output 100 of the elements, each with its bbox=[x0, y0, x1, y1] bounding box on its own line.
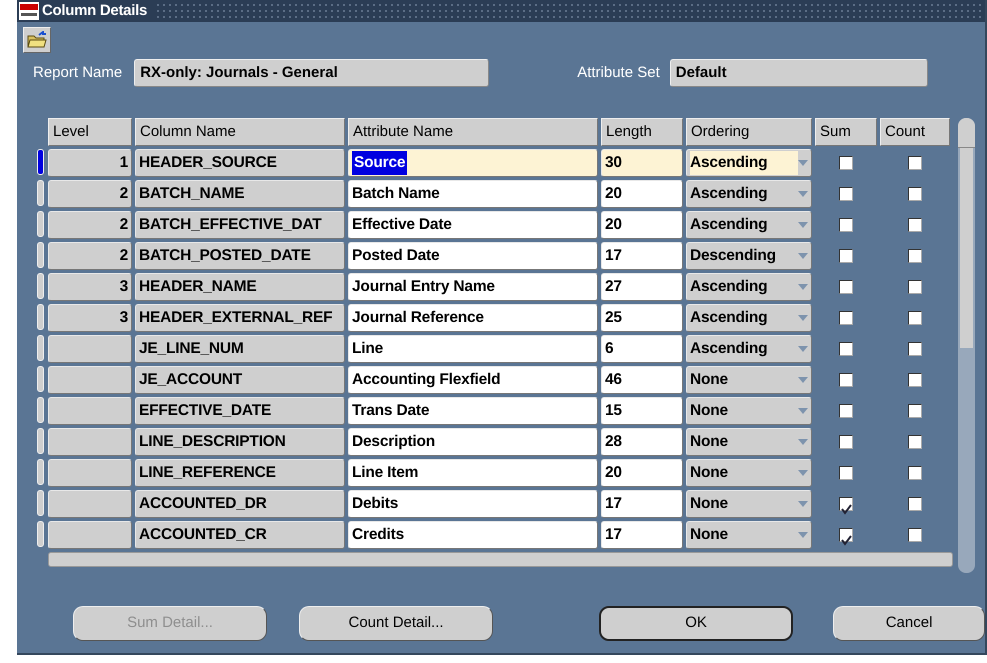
row-indicator[interactable] bbox=[37, 273, 44, 299]
length-field[interactable]: 30 bbox=[601, 149, 683, 177]
checkbox[interactable] bbox=[839, 218, 853, 232]
checkbox[interactable] bbox=[839, 342, 853, 356]
checkbox[interactable] bbox=[908, 404, 922, 418]
column-header: Level bbox=[48, 118, 132, 146]
caret-icon bbox=[798, 439, 808, 445]
row-indicator[interactable] bbox=[37, 366, 44, 392]
ordering-dropdown[interactable]: Ascending bbox=[686, 335, 812, 363]
ordering-dropdown[interactable]: Ascending bbox=[686, 149, 812, 177]
ordering-dropdown[interactable]: Descending bbox=[686, 242, 812, 270]
row-indicator[interactable] bbox=[37, 149, 44, 175]
column-header: Length bbox=[601, 118, 683, 146]
checkbox[interactable] bbox=[908, 528, 922, 542]
checkbox[interactable] bbox=[908, 249, 922, 263]
vertical-scrollbar[interactable] bbox=[958, 118, 975, 573]
ordering-dropdown[interactable]: None bbox=[686, 397, 812, 425]
checkbox[interactable] bbox=[908, 280, 922, 294]
length-field[interactable]: 17 bbox=[601, 490, 683, 518]
row-indicator[interactable] bbox=[37, 459, 44, 485]
checkbox[interactable] bbox=[839, 156, 853, 170]
attribute-name-field[interactable]: Journal Reference bbox=[348, 304, 598, 332]
ordering-dropdown[interactable]: None bbox=[686, 366, 812, 394]
ordering-dropdown[interactable]: Ascending bbox=[686, 180, 812, 208]
checkbox[interactable] bbox=[839, 249, 853, 263]
checkbox[interactable] bbox=[908, 218, 922, 232]
caret-icon bbox=[798, 253, 808, 259]
attribute-name-field[interactable]: Description bbox=[348, 428, 598, 456]
attribute-name-field[interactable]: Effective Date bbox=[348, 211, 598, 239]
attribute-name-field[interactable]: Source bbox=[348, 149, 598, 177]
checkbox[interactable] bbox=[908, 187, 922, 201]
checkbox[interactable] bbox=[908, 156, 922, 170]
open-folder-button[interactable] bbox=[23, 27, 51, 53]
checkbox[interactable] bbox=[908, 311, 922, 325]
length-field[interactable]: 20 bbox=[601, 180, 683, 208]
length-field[interactable]: 27 bbox=[601, 273, 683, 301]
horizontal-scrollbar[interactable] bbox=[48, 552, 953, 567]
length-field[interactable]: 25 bbox=[601, 304, 683, 332]
checkbox[interactable] bbox=[839, 311, 853, 325]
row-indicator[interactable] bbox=[37, 521, 44, 547]
caret-icon bbox=[798, 532, 808, 538]
attribute-name-field[interactable]: Debits bbox=[348, 490, 598, 518]
ordering-dropdown[interactable]: Ascending bbox=[686, 304, 812, 332]
row-indicator[interactable] bbox=[37, 211, 44, 237]
checkbox[interactable] bbox=[839, 187, 853, 201]
checkbox[interactable] bbox=[839, 435, 853, 449]
ordering-dropdown[interactable]: None bbox=[686, 459, 812, 487]
ordering-dropdown[interactable]: None bbox=[686, 521, 812, 549]
row-indicator[interactable] bbox=[37, 180, 44, 206]
attribute-name-field[interactable]: Journal Entry Name bbox=[348, 273, 598, 301]
checkbox[interactable] bbox=[839, 280, 853, 294]
caret-icon bbox=[798, 470, 808, 476]
field-label: Report Name bbox=[33, 62, 122, 83]
dialog-button[interactable]: Cancel bbox=[833, 606, 985, 641]
column-name-cell: HEADER_SOURCE bbox=[135, 149, 345, 177]
attribute-name-field[interactable]: Credits bbox=[348, 521, 598, 549]
ordering-dropdown[interactable]: None bbox=[686, 490, 812, 518]
checkbox[interactable] bbox=[839, 373, 853, 387]
column-name-cell: BATCH_NAME bbox=[135, 180, 345, 208]
attribute-name-field[interactable]: Posted Date bbox=[348, 242, 598, 270]
level-cell: 2 bbox=[48, 211, 132, 239]
caret-icon bbox=[798, 284, 808, 290]
checkbox[interactable] bbox=[908, 497, 922, 511]
row-indicator[interactable] bbox=[37, 335, 44, 361]
ordering-dropdown[interactable]: None bbox=[686, 428, 812, 456]
column-name-cell: JE_ACCOUNT bbox=[135, 366, 345, 394]
ordering-dropdown[interactable]: Ascending bbox=[686, 273, 812, 301]
attribute-set-field[interactable]: Default bbox=[670, 59, 928, 87]
checkbox[interactable] bbox=[908, 342, 922, 356]
length-field[interactable]: 17 bbox=[601, 242, 683, 270]
caret-icon bbox=[798, 346, 808, 352]
length-field[interactable]: 28 bbox=[601, 428, 683, 456]
report-name-field[interactable]: RX-only: Journals - General bbox=[134, 59, 490, 87]
checkbox[interactable] bbox=[839, 466, 853, 480]
attribute-name-field[interactable]: Accounting Flexfield bbox=[348, 366, 598, 394]
checkbox[interactable] bbox=[908, 373, 922, 387]
column-name-cell: LINE_DESCRIPTION bbox=[135, 428, 345, 456]
ordering-dropdown[interactable]: Ascending bbox=[686, 211, 812, 239]
attribute-name-field[interactable]: Line Item bbox=[348, 459, 598, 487]
length-field[interactable]: 20 bbox=[601, 211, 683, 239]
column-name-cell: HEADER_EXTERNAL_REF bbox=[135, 304, 345, 332]
length-field[interactable]: 17 bbox=[601, 521, 683, 549]
column-name-cell: BATCH_POSTED_DATE bbox=[135, 242, 345, 270]
checkbox[interactable] bbox=[908, 435, 922, 449]
row-indicator[interactable] bbox=[37, 428, 44, 454]
row-indicator[interactable] bbox=[37, 242, 44, 268]
length-field[interactable]: 20 bbox=[601, 459, 683, 487]
row-indicator[interactable] bbox=[37, 490, 44, 516]
length-field[interactable]: 15 bbox=[601, 397, 683, 425]
attribute-name-field[interactable]: Batch Name bbox=[348, 180, 598, 208]
attribute-name-field[interactable]: Trans Date bbox=[348, 397, 598, 425]
length-field[interactable]: 6 bbox=[601, 335, 683, 363]
checkbox[interactable] bbox=[839, 404, 853, 418]
row-indicator[interactable] bbox=[37, 397, 44, 423]
checkbox[interactable] bbox=[908, 466, 922, 480]
dialog-button[interactable]: Count Detail... bbox=[299, 606, 494, 641]
attribute-name-field[interactable]: Line bbox=[348, 335, 598, 363]
length-field[interactable]: 46 bbox=[601, 366, 683, 394]
row-indicator[interactable] bbox=[37, 304, 44, 330]
dialog-button[interactable]: OK bbox=[599, 606, 794, 641]
